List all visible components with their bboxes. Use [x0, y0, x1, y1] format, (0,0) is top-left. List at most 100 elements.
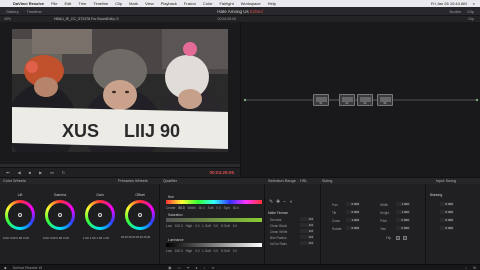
stop-icon[interactable]: ■ — [29, 170, 31, 175]
sizing-panel — [321, 184, 426, 264]
page-color-icon[interactable]: ● — [195, 266, 197, 270]
hue-label: Hue — [168, 195, 174, 199]
search-icon[interactable]: ⌕ — [473, 1, 475, 6]
menu-app-name[interactable]: DaVinci Resolve — [13, 1, 44, 6]
height-field[interactable]: 1.000 — [396, 210, 410, 214]
gain-values[interactable]: 1.00 1.00 1.00 1.00 — [83, 236, 109, 240]
menu-help[interactable]: Help — [268, 1, 276, 6]
clean-black-label: Clean Black — [270, 224, 288, 228]
saturation-label: Saturation — [168, 213, 183, 217]
menu-fairlight[interactable]: Fairlight — [219, 1, 233, 6]
pan-label: Pan — [332, 203, 338, 207]
hue-range-bar[interactable] — [166, 200, 262, 204]
width-label: Width — [380, 203, 389, 207]
clip-name: HBAU_IE_CC_ST2478 For BoomEdit p 3 — [54, 17, 119, 21]
rotate-label: Rotate — [332, 227, 342, 231]
gamma-wheel[interactable] — [45, 200, 75, 230]
menu-color[interactable]: Color — [203, 1, 213, 6]
color-node[interactable]: 01 — [313, 94, 329, 106]
page-fairlight-icon[interactable]: ♪ — [203, 266, 205, 270]
gain-wheel[interactable] — [85, 200, 115, 230]
status-bar: ◆ DaVinci Resolve 15 ▣ ▭ ✦ ● ♪ ➜ ⌂ ⚙ — [0, 264, 480, 270]
page-edit-icon[interactable]: ▭ — [177, 266, 180, 270]
tilt-label: Tilt — [332, 211, 337, 215]
menu-file[interactable]: File — [51, 1, 57, 6]
settings-icon[interactable]: ⚙ — [473, 266, 476, 270]
menu-mark[interactable]: Mark — [129, 1, 138, 6]
gamma-values[interactable]: 0.00 0.00 0.00 0.00 — [43, 236, 69, 240]
hue-values[interactable]: Center 50.0 Width 30.4 Soft 0.0 Sym 50.0 — [166, 206, 239, 210]
yaw-field[interactable]: 0.000 — [396, 226, 410, 230]
blur-radius-field[interactable]: 0.0 — [300, 235, 314, 239]
node-editor[interactable]: 01 02 03 04 — [240, 22, 480, 177]
saturation-values[interactable]: Low 100.0 High 0.0 L.Soft 0.0 H.Soft 0.0 — [166, 224, 237, 228]
blanking-right-field[interactable]: 0.000 — [440, 226, 454, 230]
menu-fusion[interactable]: Fusion — [184, 1, 196, 6]
in-out-ratio-label: In/Out Ratio — [270, 242, 288, 246]
blur-radius-label: Blur Radius — [270, 236, 287, 240]
menu-playback[interactable]: Playback — [161, 1, 177, 6]
in-out-ratio-field[interactable]: 0.0 — [300, 241, 314, 245]
menu-view[interactable]: View — [145, 1, 154, 6]
pitch-field[interactable]: 0.000 — [396, 218, 410, 222]
yaw-label: Yaw — [380, 227, 386, 231]
menu-timeline[interactable]: Timeline — [93, 1, 108, 6]
offset-label: Offset — [135, 193, 145, 197]
menu-workspace[interactable]: Workspace — [241, 1, 261, 6]
skip-back-icon[interactable]: ⏮ — [6, 170, 10, 175]
blanking-left-field[interactable]: 0.000 — [440, 218, 454, 222]
home-icon[interactable]: ⌂ — [465, 266, 467, 270]
viewer-image: XUS LIIJ 90 — [7, 29, 228, 165]
color-node[interactable]: 04 — [377, 94, 393, 106]
menu-trim[interactable]: Trim — [78, 1, 86, 6]
page-media-icon[interactable]: ▣ — [168, 266, 171, 270]
viewer[interactable]: XUS LIIJ 90 — [0, 22, 240, 167]
loop-icon[interactable]: ↻ — [62, 170, 65, 175]
zoom-label: Zoom — [332, 219, 341, 223]
transport-controls: ⏮ ◀ ■ ▶ ⏭ ↻ 00:04:25:05 — [0, 167, 240, 177]
node-mode-label[interactable]: Clip — [468, 17, 474, 21]
palette-tab-bar: Color Wheels Primaries Wheels Qualifier … — [0, 177, 480, 184]
pan-field[interactable]: 0.000 — [346, 202, 360, 206]
saturation-range-bar[interactable] — [166, 218, 262, 222]
skip-forward-icon[interactable]: ⏭ — [50, 170, 54, 175]
rotate-field[interactable]: 0.000 — [346, 226, 360, 230]
color-node[interactable]: 03 — [357, 94, 373, 106]
clean-white-field[interactable]: 0.0 — [300, 229, 314, 233]
lift-values[interactable]: 0.00 0.00 0.00 0.00 — [3, 236, 29, 240]
clean-white-label: Clean White — [270, 230, 288, 234]
eyedropper-icon[interactable]: ✎ — [269, 200, 273, 205]
width-field[interactable]: 1.000 — [396, 202, 410, 206]
blanking-label: Blanking — [430, 193, 443, 197]
play-reverse-icon[interactable]: ◀ — [18, 170, 21, 175]
eyedropper-add-icon[interactable]: ✚ — [276, 200, 280, 205]
pitch-label: Pitch — [380, 219, 388, 223]
clean-black-field[interactable]: 0.0 — [300, 223, 314, 227]
flip-horizontal-toggle[interactable] — [396, 236, 400, 240]
menu-clip[interactable]: Clip — [115, 1, 122, 6]
page-deliver-icon[interactable]: ➜ — [211, 266, 214, 270]
project-title: Hate Among Us Edited — [217, 8, 263, 14]
lift-wheel[interactable] — [5, 200, 35, 230]
blanking-top-field[interactable]: 0.000 — [440, 202, 454, 206]
viewer-header-timecode: 00:04:25:05 — [217, 17, 237, 21]
gain-label: Gain — [96, 193, 104, 197]
play-icon[interactable]: ▶ — [39, 170, 42, 175]
clock: Fri Jan 26 10:44 AM — [430, 1, 467, 6]
tilt-field[interactable]: 0.000 — [346, 210, 360, 214]
invert-icon[interactable]: ◐ — [290, 200, 293, 205]
eyedropper-subtract-icon[interactable]: − — [283, 200, 286, 205]
flip-vertical-toggle[interactable] — [403, 236, 407, 240]
offset-wheel[interactable] — [125, 200, 155, 230]
luminance-range-bar[interactable] — [166, 243, 262, 247]
blanking-bottom-field[interactable]: 0.000 — [440, 210, 454, 214]
offset-values[interactable]: 25.00 25.00 25.00 25.00 — [121, 236, 150, 239]
luminance-values[interactable]: Low 100.0 High 0.0 L.Soft 0.0 H.Soft 0.0 — [166, 249, 237, 253]
zoom-field[interactable]: 1.000 — [346, 218, 360, 222]
color-node[interactable]: 02 — [339, 94, 355, 106]
page-fusion-icon[interactable]: ✦ — [187, 266, 190, 270]
denoise-field[interactable]: 0.0 — [300, 217, 314, 221]
zoom-level[interactable]: 45% — [4, 17, 11, 21]
gamma-label: Gamma — [53, 193, 67, 197]
menu-edit[interactable]: Edit — [65, 1, 72, 6]
